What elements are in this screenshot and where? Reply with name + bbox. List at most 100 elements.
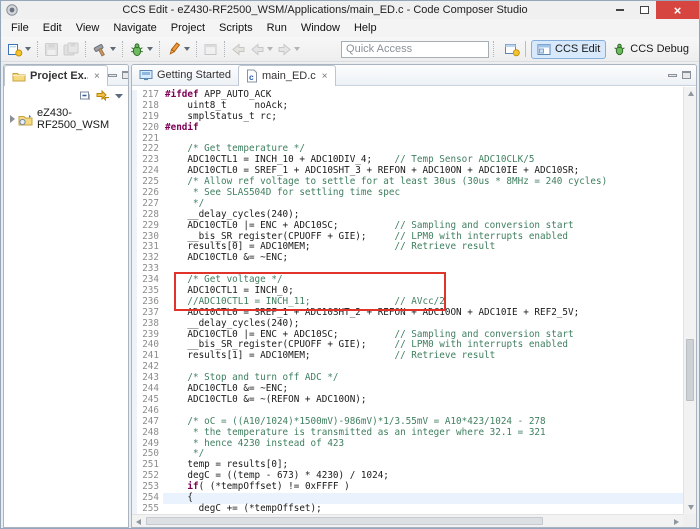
chevron-down-icon[interactable] bbox=[25, 47, 31, 51]
open-perspective-icon[interactable] bbox=[504, 42, 520, 57]
editor-tab-main-ed-c[interactable]: c main_ED.c × bbox=[238, 65, 336, 86]
chevron-down-icon[interactable] bbox=[267, 47, 273, 51]
collapse-all-icon[interactable] bbox=[79, 89, 92, 102]
line-number[interactable]: 248 bbox=[137, 427, 163, 439]
scroll-right-icon[interactable] bbox=[670, 515, 683, 527]
scroll-left-icon[interactable] bbox=[132, 515, 145, 527]
menu-help[interactable]: Help bbox=[347, 21, 384, 35]
link-editor-icon[interactable] bbox=[96, 89, 110, 102]
code-comment: * the temperature is transmitted as an i… bbox=[165, 426, 546, 438]
line-number[interactable]: 255 bbox=[137, 503, 163, 514]
chevron-down-icon[interactable] bbox=[110, 47, 116, 51]
minimize-view-icon[interactable] bbox=[107, 73, 117, 77]
tab-project-explorer[interactable]: Project Ex... × bbox=[4, 65, 108, 86]
close-icon[interactable]: × bbox=[94, 71, 100, 82]
minimize-button[interactable] bbox=[608, 1, 632, 19]
code-line[interactable]: 255 degC += (*tempOffset); bbox=[132, 503, 683, 514]
tree-item-label: eZ430-RF2500_WSM bbox=[37, 107, 110, 131]
close-button[interactable]: × bbox=[656, 1, 699, 19]
scrollbar-corner bbox=[683, 514, 696, 527]
code-text[interactable]: smplStatus_t rc; bbox=[163, 111, 683, 123]
build-hammer-button[interactable] bbox=[90, 41, 118, 58]
scroll-down-icon[interactable] bbox=[684, 501, 696, 514]
code-text[interactable]: degC += (*tempOffset); bbox=[163, 503, 683, 514]
code-comment: // Retrieve result bbox=[394, 350, 496, 362]
code-comment: * hence 4230 instead of 423 bbox=[165, 437, 345, 449]
code-comment: //ADC10CTL1 = INCH_11; // AVcc/2 bbox=[165, 295, 445, 307]
code-text[interactable]: ADC10CTL0 &= ~ENC; bbox=[163, 252, 683, 264]
expand-arrow-icon[interactable] bbox=[10, 115, 15, 123]
toolbar-group bbox=[164, 37, 192, 61]
tab-label: Project Ex... bbox=[30, 70, 88, 82]
menu-run[interactable]: Run bbox=[260, 21, 294, 35]
perspective-ccs-edit[interactable]: CCS Edit bbox=[531, 39, 607, 59]
code-comment: // Retrieve result bbox=[394, 241, 496, 253]
code-line[interactable]: 241 results[1] = ADC10MEM; // Retrieve r… bbox=[132, 350, 683, 363]
code-text[interactable]: #endif bbox=[163, 122, 683, 134]
code-line[interactable]: 220 #endif bbox=[132, 122, 683, 134]
code-plain: results[0] = ADC10MEM; bbox=[165, 241, 395, 253]
code-comment: */ bbox=[165, 448, 205, 460]
build-hammer-icon bbox=[92, 42, 108, 57]
code-comment: */ bbox=[165, 197, 205, 209]
tree-item-eZ430-RF2500_WSM[interactable]: eZ430-RF2500_WSM bbox=[4, 106, 128, 132]
code-comment: /* Allow ref voltage to settle for at le… bbox=[165, 176, 608, 188]
chevron-down-icon[interactable] bbox=[147, 47, 153, 51]
code-line[interactable]: 226 * See SLAS504D for settling time spe… bbox=[132, 187, 683, 199]
horizontal-scrollbar-thumb[interactable] bbox=[146, 517, 543, 525]
main-toolbar: CCS Edit CCS Debug bbox=[1, 37, 699, 62]
toolbar-separator bbox=[37, 41, 38, 57]
code-comment: /* oC = ((A10/1024)*1500mV)-986mV)*1/3.5… bbox=[165, 415, 546, 427]
app-icon bbox=[6, 4, 18, 16]
menu-file[interactable]: File bbox=[4, 21, 36, 35]
editor-panel: Getting Started c main_ED.c × 217 #ifdef APP… bbox=[131, 64, 697, 528]
flash-pen-button[interactable] bbox=[164, 41, 192, 58]
debug-bug-button[interactable] bbox=[127, 41, 155, 58]
menu-view[interactable]: View bbox=[69, 21, 107, 35]
code-plain: __delay_cycles(240); bbox=[165, 208, 300, 220]
code-line[interactable]: 253 if( (*tempOffset) != 0xFFFF ) bbox=[132, 481, 683, 493]
code-line[interactable]: 232 ADC10CTL0 &= ~ENC; bbox=[132, 252, 683, 265]
menu-project[interactable]: Project bbox=[164, 21, 212, 35]
code-text[interactable]: ADC10CTL0 &= ~(REFON + ADC10ON); bbox=[163, 394, 683, 406]
svg-text:c: c bbox=[249, 72, 254, 82]
line-number[interactable]: 238 bbox=[137, 318, 163, 330]
code-text[interactable]: results[1] = ADC10MEM; // Retrieve resul… bbox=[163, 350, 683, 362]
menu-scripts[interactable]: Scripts bbox=[212, 21, 260, 35]
new-wizard-icon bbox=[7, 42, 23, 57]
menu-navigate[interactable]: Navigate bbox=[106, 21, 163, 35]
vertical-scrollbar[interactable] bbox=[683, 87, 696, 514]
maximize-view-icon[interactable] bbox=[682, 71, 691, 79]
menu-edit[interactable]: Edit bbox=[36, 21, 69, 35]
new-wizard-button[interactable] bbox=[5, 41, 33, 58]
code-area[interactable]: 217 #ifdef APP_AUTO_ACK 218 uint8_t noAck;… bbox=[132, 87, 683, 514]
maximize-button[interactable] bbox=[632, 1, 656, 19]
chevron-down-icon[interactable] bbox=[294, 47, 300, 51]
code-plain: __delay_cycles(240); bbox=[165, 317, 300, 329]
code-line[interactable]: 219 smplStatus_t rc; bbox=[132, 111, 683, 123]
code-line[interactable]: 249 * hence 4230 instead of 423 bbox=[132, 437, 683, 450]
last-edit-location-icon bbox=[231, 42, 246, 57]
horizontal-scrollbar[interactable] bbox=[132, 514, 683, 527]
code-comment: /* Get voltage */ bbox=[165, 274, 283, 286]
perspective-divider bbox=[525, 41, 527, 57]
line-number[interactable]: 247 bbox=[137, 416, 163, 428]
line-number[interactable]: 229 bbox=[137, 220, 163, 232]
maximize-view-icon[interactable] bbox=[121, 71, 128, 79]
scroll-up-icon[interactable] bbox=[684, 87, 696, 100]
quick-access-input[interactable] bbox=[341, 40, 490, 58]
line-number[interactable]: 220 bbox=[137, 122, 163, 134]
perspective-ccs-debug[interactable]: CCS Debug bbox=[606, 40, 695, 59]
c-file-icon: c bbox=[246, 69, 258, 83]
code-text[interactable]: * See SLAS504D for settling time spec bbox=[163, 187, 683, 199]
code-line[interactable]: 245 ADC10CTL0 &= ~(REFON + ADC10ON); bbox=[132, 394, 683, 406]
code-text[interactable]: * hence 4230 instead of 423 bbox=[163, 437, 683, 450]
editor-tab-getting-started[interactable]: Getting Started bbox=[132, 65, 238, 85]
vertical-scrollbar-thumb[interactable] bbox=[686, 339, 694, 401]
chevron-down-icon[interactable] bbox=[184, 47, 190, 51]
close-icon[interactable]: × bbox=[322, 71, 328, 82]
view-menu-icon[interactable] bbox=[114, 91, 124, 100]
code-text[interactable]: if( (*tempOffset) != 0xFFFF ) bbox=[163, 481, 683, 493]
minimize-view-icon[interactable] bbox=[668, 73, 677, 77]
menu-window[interactable]: Window bbox=[294, 21, 347, 35]
